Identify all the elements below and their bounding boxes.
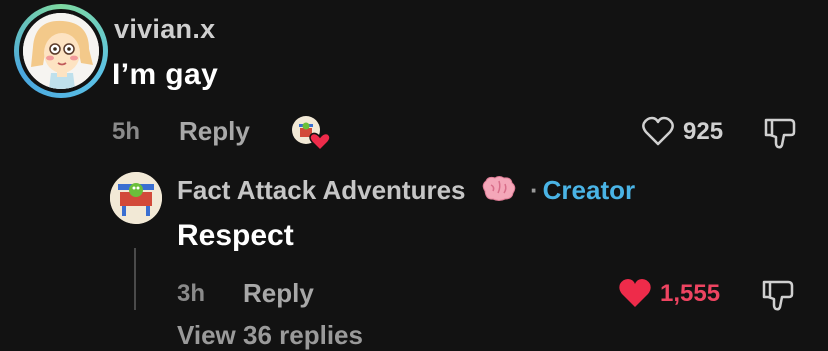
comment-dislike-button[interactable]	[762, 115, 798, 151]
reply-timestamp: 3h	[177, 280, 206, 307]
creator-tag: Creator	[542, 175, 636, 205]
reply-avatar-illustration	[110, 172, 162, 224]
author-separator: ·	[529, 175, 539, 205]
reply-author-name[interactable]: Fact Attack Adventures	[177, 175, 466, 205]
view-replies-link[interactable]: View 36 replies	[177, 320, 363, 351]
avatar-illustration	[23, 13, 99, 89]
comment-like-button[interactable]	[641, 115, 675, 147]
brain-icon	[479, 175, 517, 203]
reply-like-count: 1,555	[660, 280, 721, 307]
thread-line	[134, 248, 136, 310]
reply-text: Respect	[177, 219, 294, 252]
heart-outline-icon	[642, 116, 674, 146]
dislike-icon	[764, 118, 796, 149]
avatar	[23, 13, 99, 89]
reply-reply-button[interactable]: Reply	[243, 278, 314, 309]
comment-reply-button[interactable]: Reply	[179, 116, 250, 147]
reply-avatar[interactable]	[110, 172, 162, 224]
heart-filled-icon	[619, 279, 651, 307]
creator-liked-badge	[290, 114, 331, 152]
reply-like-button[interactable]	[617, 276, 653, 310]
comment-timestamp: 5h	[112, 118, 141, 145]
comment-username[interactable]: vivian.x	[114, 14, 215, 45]
reply-dislike-button[interactable]	[760, 277, 796, 313]
reply-author-row: Fact Attack Adventures · Creator	[177, 175, 635, 206]
creator-heart-icon	[292, 116, 331, 152]
comment-like-count: 925	[683, 118, 724, 145]
avatar-ring[interactable]	[14, 4, 108, 98]
dislike-icon	[762, 280, 794, 311]
comment-text: I’m gay	[112, 58, 219, 91]
avatar-border	[19, 9, 103, 93]
